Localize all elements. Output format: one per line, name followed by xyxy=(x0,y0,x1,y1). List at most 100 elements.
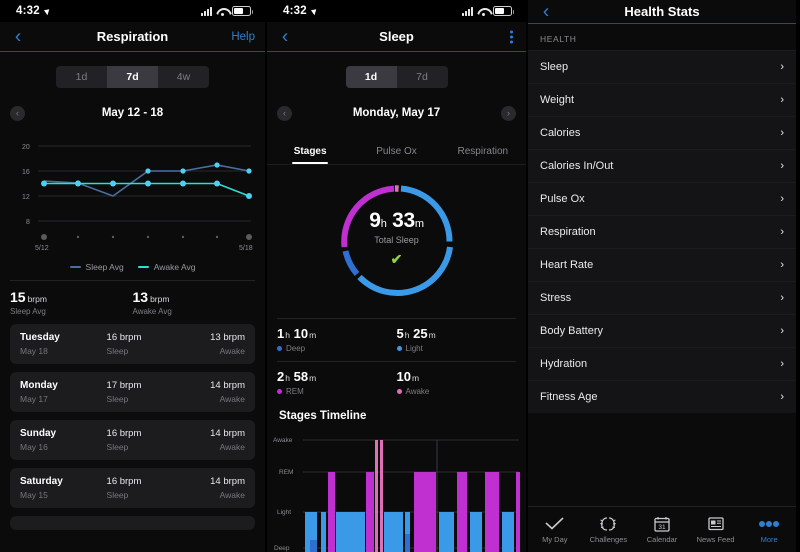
range-tab-7d[interactable]: 7d xyxy=(397,66,448,88)
tab-stages[interactable]: Stages xyxy=(267,140,353,164)
range-tab-1d[interactable]: 1d xyxy=(345,66,397,88)
prev-date-button[interactable]: ‹ xyxy=(277,105,292,121)
svg-text:20: 20 xyxy=(22,144,30,151)
list-item-body-battery[interactable]: Body Battery › xyxy=(528,314,796,347)
list-item-calories[interactable]: Calories › xyxy=(528,116,796,149)
status-bar-left: 4:32 xyxy=(283,5,318,17)
day-sleep-label: Sleep xyxy=(106,346,129,356)
sleep-detail-tabs: Stages Pulse Ox Respiration xyxy=(267,140,526,165)
stat-rem: 2h 58m REM xyxy=(277,369,317,396)
back-button[interactable]: ‹ xyxy=(275,27,295,46)
chevron-right-icon: › xyxy=(780,391,784,403)
list-item-hydration[interactable]: Hydration › xyxy=(528,347,796,380)
chevron-right-icon: › xyxy=(780,61,784,73)
svg-text:8: 8 xyxy=(26,219,30,226)
stage-dot-deep xyxy=(277,346,282,351)
day-sleep-label: Sleep xyxy=(106,490,129,500)
list-item-calories-in-out[interactable]: Calories In/Out › xyxy=(528,149,796,182)
list-item-sleep[interactable]: Sleep › xyxy=(528,50,796,83)
sleep-ring-svg xyxy=(341,185,453,297)
table-row[interactable]: Sunday May 16 16 brpm Sleep 14 brpm Awak… xyxy=(10,420,255,460)
tab-news-feed[interactable]: News Feed xyxy=(689,515,743,544)
tab-label: Challenges xyxy=(589,535,628,544)
status-bar: 4:32 xyxy=(267,0,526,22)
day-date: May 16 xyxy=(20,442,48,452)
date-range-label: May 12 - 18 xyxy=(101,107,164,119)
svg-text:31: 31 xyxy=(658,524,666,531)
tab-more[interactable]: More xyxy=(742,515,796,544)
stat-awake: 10m Awake xyxy=(396,369,430,396)
sleep-average: 15 brpm Sleep Avg xyxy=(10,289,133,316)
location-arrow-icon xyxy=(43,6,51,16)
day-awake-label: Awake xyxy=(219,394,245,404)
day-awake-value: 13 brpm xyxy=(210,332,245,343)
list-item-weight[interactable]: Weight › xyxy=(528,83,796,116)
stat-label-awake: Awake xyxy=(405,387,430,396)
legend-swatch-awake xyxy=(137,266,149,268)
day-name: Sunday xyxy=(20,428,57,439)
svg-text:12: 12 xyxy=(22,194,30,201)
respiration-date-row: ‹ May 12 - 18 xyxy=(0,96,265,130)
list-item-label: Pulse Ox xyxy=(540,193,585,205)
legend-swatch-sleep xyxy=(69,266,81,268)
health-stats-navbar: ‹ Health Stats xyxy=(528,0,796,24)
day-sleep-label: Sleep xyxy=(106,394,129,404)
tab-my-day[interactable]: My Day xyxy=(528,515,582,544)
list-item-label: Fitness Age xyxy=(540,391,598,403)
axis-label-deep: Deep xyxy=(274,545,290,552)
respiration-line-chart: 20 16 12 8 5/12 5/18 Sleep Avg Awake Avg xyxy=(0,130,265,272)
page-title: Sleep xyxy=(379,29,414,44)
stat-label-rem: REM xyxy=(286,387,304,396)
tab-label: News Feed xyxy=(696,535,735,544)
sleep-navbar: ‹ Sleep xyxy=(267,22,526,52)
list-item-respiration[interactable]: Respiration › xyxy=(528,215,796,248)
day-date: May 15 xyxy=(20,490,48,500)
back-button[interactable]: ‹ xyxy=(536,2,556,21)
range-tab-1d[interactable]: 1d xyxy=(56,66,107,88)
day-sleep-value: 16 brpm xyxy=(106,332,142,343)
respiration-chart-svg: 20 16 12 8 xyxy=(22,144,252,226)
day-name: Tuesday xyxy=(20,332,60,343)
tab-respiration[interactable]: Respiration xyxy=(440,140,526,164)
x-tick-start: 5/12 xyxy=(35,245,49,252)
table-row[interactable]: Saturday May 15 16 brpm Sleep 14 brpm Aw… xyxy=(10,468,255,508)
range-tab-4w[interactable]: 4w xyxy=(158,66,209,88)
table-row-partial[interactable] xyxy=(10,516,255,530)
next-date-button[interactable]: › xyxy=(501,105,516,121)
day-date: May 18 xyxy=(20,346,48,356)
three-phone-screenshots: 4:32 ‹ Respiration Help 1d 7d 4w ‹ May 1… xyxy=(0,0,800,552)
back-button[interactable]: ‹ xyxy=(8,27,28,46)
cellular-signal-icon xyxy=(201,6,212,16)
list-item-label: Respiration xyxy=(540,226,596,238)
stat-light: 5h 25m Light xyxy=(396,326,436,353)
list-item-heart-rate[interactable]: Heart Rate › xyxy=(528,248,796,281)
chevron-right-icon: › xyxy=(780,193,784,205)
stat-deep: 1h 10m Deep xyxy=(277,326,317,353)
table-row[interactable]: Tuesday May 18 16 brpm Sleep 13 brpm Awa… xyxy=(10,324,255,364)
stage-dot-rem xyxy=(277,389,282,394)
stage-dot-awake xyxy=(396,389,402,394)
day-name: Saturday xyxy=(20,476,63,487)
respiration-chart-xaxis: 5/12 5/18 xyxy=(35,234,253,252)
list-item-label: Body Battery xyxy=(540,325,603,337)
list-item-pulse-ox[interactable]: Pulse Ox › xyxy=(528,182,796,215)
range-tab-7d[interactable]: 7d xyxy=(107,66,158,88)
help-button[interactable]: Help xyxy=(231,31,255,43)
tab-pulse-ox[interactable]: Pulse Ox xyxy=(353,140,439,164)
sleep-date-row: ‹ Monday, May 17 › xyxy=(267,96,526,130)
kebab-menu-icon[interactable] xyxy=(510,30,513,43)
list-item-fitness-age[interactable]: Fitness Age › xyxy=(528,380,796,413)
list-item-label: Sleep xyxy=(540,61,569,73)
table-row[interactable]: Monday May 17 17 brpm Sleep 14 brpm Awak… xyxy=(10,372,255,412)
list-item-stress[interactable]: Stress › xyxy=(528,281,796,314)
tab-calendar[interactable]: 31 Calendar xyxy=(635,515,689,544)
sleep-avg-unit: brpm xyxy=(27,294,47,304)
status-time: 4:32 xyxy=(283,5,307,17)
awake-avg-unit: brpm xyxy=(150,294,170,304)
tab-challenges[interactable]: Challenges xyxy=(582,515,636,544)
prev-date-button[interactable]: ‹ xyxy=(10,105,25,121)
day-awake-label: Awake xyxy=(219,346,245,356)
chevron-right-icon: › xyxy=(780,325,784,337)
day-awake-value: 14 brpm xyxy=(210,476,245,487)
page-title: Respiration xyxy=(96,29,169,44)
